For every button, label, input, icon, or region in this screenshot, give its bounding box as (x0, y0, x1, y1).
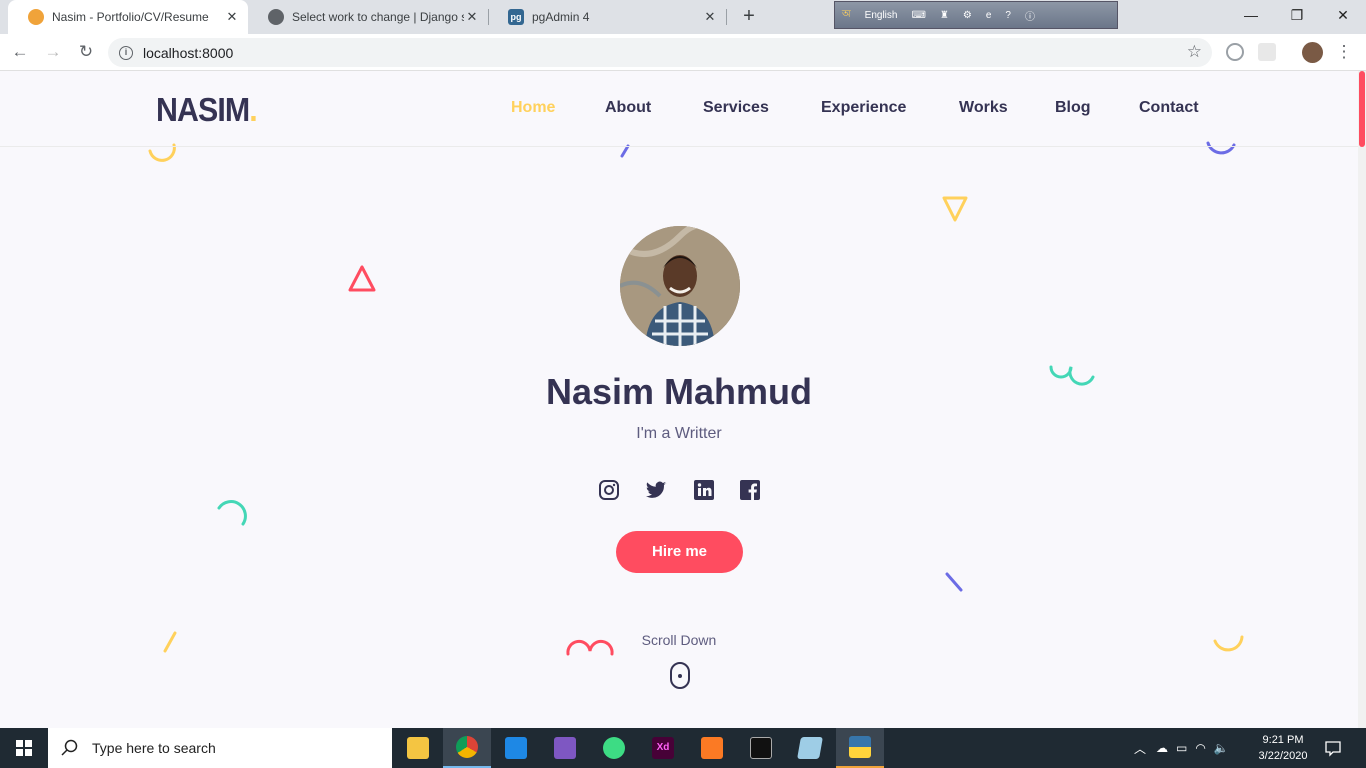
info-icon[interactable]: ⓘ (1025, 8, 1035, 23)
address-bar[interactable]: i localhost:8000 ☆ (108, 38, 1212, 67)
settings-icon[interactable]: ⚙ (963, 10, 972, 21)
bookmark-star-icon[interactable]: ☆ (1187, 42, 1202, 62)
battery-icon[interactable]: ▭ (1176, 741, 1187, 755)
visual-studio-icon[interactable] (541, 728, 589, 768)
scroll-down-label: Scroll Down (641, 632, 717, 648)
close-tab-icon[interactable]: ✕ (464, 9, 480, 25)
browser-toolbar: ← → ↻ i localhost:8000 ☆ ⋮ (0, 34, 1366, 71)
tool-icon[interactable]: ♜ (940, 10, 949, 21)
python-idle-icon[interactable] (836, 728, 884, 768)
purple-line-shape (620, 144, 630, 158)
tab-strip: Nasim - Portfolio/CV/Resume ✕ Select wor… (0, 0, 1366, 34)
extension-icon[interactable] (1258, 43, 1276, 61)
notification-icon[interactable] (1324, 728, 1342, 768)
tab-pgadmin[interactable]: pg pgAdmin 4 ✕ (488, 0, 726, 34)
pgadmin-icon[interactable] (786, 728, 834, 768)
facebook-icon[interactable] (739, 479, 761, 501)
tab-title: Select work to change | Django site admi… (292, 10, 464, 24)
logo-dot: . (249, 91, 257, 128)
xampp-icon[interactable] (688, 728, 736, 768)
chrome-icon[interactable] (443, 728, 491, 768)
profile-photo (620, 226, 740, 346)
nav-experience[interactable]: Experience (821, 99, 906, 117)
yellow-arc-shape (148, 143, 176, 162)
close-tab-icon[interactable]: ✕ (702, 9, 718, 25)
nav-services[interactable]: Services (703, 99, 769, 117)
compass-extension-icon[interactable] (1226, 43, 1244, 61)
site-logo[interactable]: NASIM. (156, 91, 258, 129)
search-placeholder: Type here to search (92, 740, 216, 756)
url-text[interactable]: localhost:8000 (143, 45, 233, 61)
help-icon[interactable]: ? (1005, 10, 1011, 21)
scroll-mouse-icon[interactable] (670, 662, 690, 689)
language-toolbar: অ English ⌨ ♜ ⚙ e ? ⓘ (834, 1, 1118, 29)
green-arc-shape (217, 500, 247, 526)
hero-name: Nasim Mahmud (545, 371, 813, 412)
chrome-menu-icon[interactable]: ⋮ (1332, 40, 1356, 64)
keyboard-icon[interactable]: ⌨ (911, 10, 925, 21)
ie-icon[interactable]: e (986, 10, 992, 21)
yellow-triangle-shape (942, 196, 968, 222)
site-header: NASIM. Home About Services Experience Wo… (0, 71, 1358, 147)
adobe-xd-label: Xd (652, 737, 674, 759)
instagram-icon[interactable] (598, 479, 620, 501)
nav-works[interactable]: Works (959, 99, 1008, 117)
linkedin-icon[interactable] (693, 479, 715, 501)
volume-icon[interactable]: 🔈 (1214, 741, 1229, 755)
twitter-icon[interactable] (645, 479, 667, 501)
wifi-icon[interactable]: ◠ (1195, 741, 1205, 755)
page-scrollbar[interactable] (1358, 71, 1366, 728)
taskbar-search-box[interactable]: Type here to search (48, 728, 392, 768)
mouse-wheel (678, 674, 682, 678)
red-triangle-shape (348, 265, 376, 292)
hire-me-button[interactable]: Hire me (616, 531, 743, 573)
language-selector[interactable]: English (865, 10, 898, 21)
windows-taskbar: Type here to search Xd ︿ ☁ ▭ ◠ 🔈 9:21 PM… (0, 728, 1366, 768)
taskbar-clock[interactable]: 9:21 PM 3/22/2020 (1248, 732, 1318, 764)
minimize-icon[interactable]: — (1228, 0, 1274, 30)
reload-icon[interactable]: ↻ (74, 40, 98, 64)
search-icon (61, 739, 78, 756)
android-studio-icon[interactable] (590, 728, 638, 768)
nav-blog[interactable]: Blog (1055, 99, 1091, 117)
portfolio-page: NASIM. Home About Services Experience Wo… (0, 71, 1358, 728)
adobe-xd-icon[interactable]: Xd (639, 728, 687, 768)
system-tray: ︿ ☁ ▭ ◠ 🔈 (1134, 728, 1229, 768)
logo-text: NASIM (156, 91, 250, 128)
bangla-icon[interactable]: অ (842, 7, 851, 24)
nav-about[interactable]: About (605, 99, 651, 117)
clock-time: 9:21 PM (1262, 734, 1304, 746)
windows-start-icon[interactable] (0, 728, 48, 768)
scrollbar-thumb[interactable] (1359, 71, 1365, 147)
hero-subtitle: I'm a Writter (636, 425, 722, 442)
tab-title: Nasim - Portfolio/CV/Resume (52, 10, 209, 24)
profile-avatar[interactable] (1302, 42, 1323, 63)
nav-home[interactable]: Home (511, 99, 555, 117)
tab-portfolio[interactable]: Nasim - Portfolio/CV/Resume ✕ (8, 0, 248, 34)
chevron-up-icon[interactable]: ︿ (1134, 740, 1146, 757)
vscode-icon[interactable] (492, 728, 540, 768)
nav-contact[interactable]: Contact (1139, 99, 1199, 117)
pgadmin-favicon-icon: pg (508, 9, 524, 25)
portfolio-favicon-icon (28, 9, 44, 25)
back-arrow-icon[interactable]: ← (8, 40, 32, 64)
forward-arrow-icon[interactable]: → (41, 40, 65, 64)
file-explorer-icon[interactable] (394, 728, 442, 768)
tab-django-admin[interactable]: Select work to change | Django site admi… (248, 0, 488, 34)
purple-line-shape (945, 572, 963, 592)
site-info-icon[interactable]: i (119, 45, 133, 60)
tab-title: pgAdmin 4 (532, 10, 590, 24)
new-tab-button[interactable]: + (738, 6, 760, 28)
cmd-icon[interactable] (737, 728, 785, 768)
globe-icon (268, 9, 284, 25)
clock-date: 3/22/2020 (1258, 750, 1308, 762)
tab-divider (726, 9, 727, 25)
close-tab-icon[interactable]: ✕ (224, 9, 240, 25)
restore-icon[interactable]: ❐ (1274, 0, 1320, 30)
close-window-icon[interactable]: ✕ (1320, 0, 1366, 30)
onedrive-icon[interactable]: ☁ (1156, 741, 1168, 755)
